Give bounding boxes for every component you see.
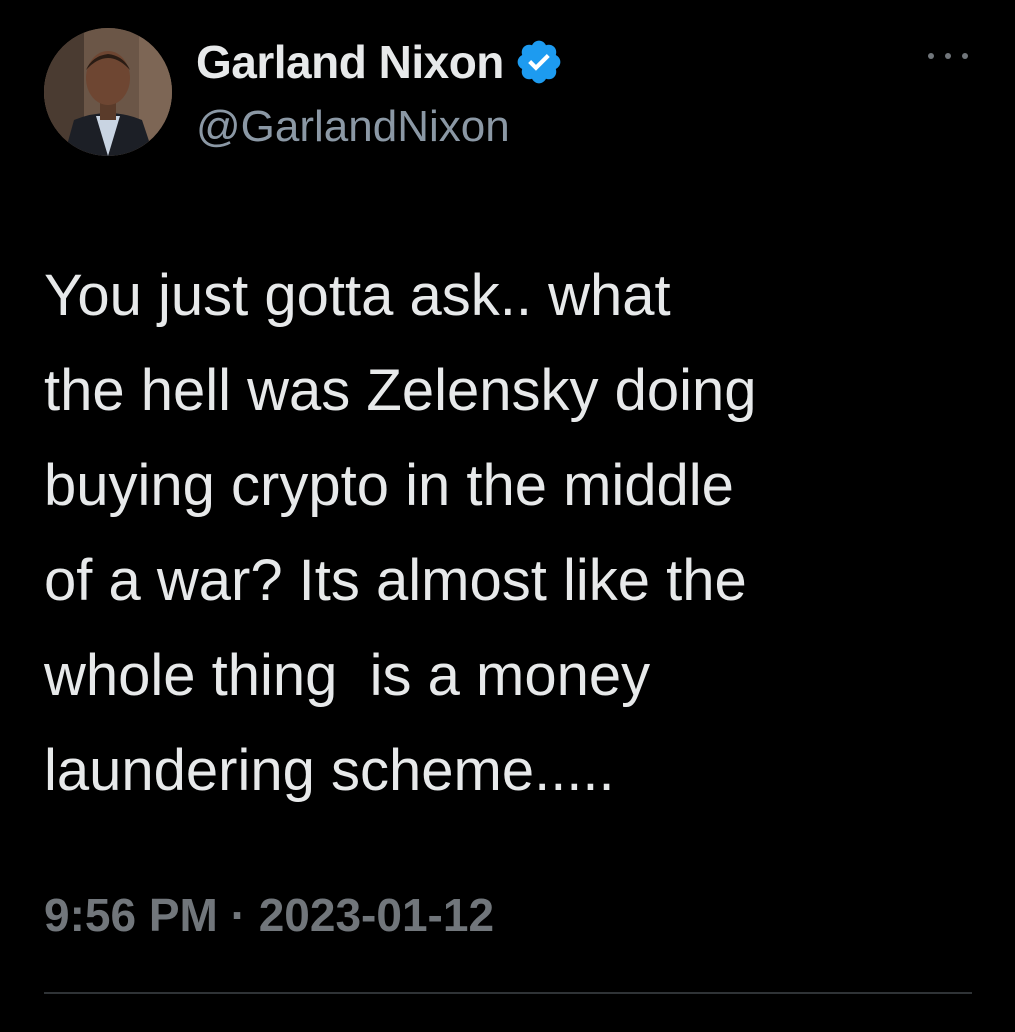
- tweet-card: Garland Nixon @GarlandNixon You just got…: [0, 0, 1015, 1032]
- verified-badge-icon: [517, 40, 561, 84]
- more-options-icon[interactable]: [928, 46, 968, 66]
- avatar-image: [44, 28, 172, 156]
- more-dot: [962, 53, 968, 59]
- author-handle[interactable]: @GarlandNixon: [196, 102, 510, 152]
- more-dot: [928, 53, 934, 59]
- divider: [44, 992, 972, 994]
- author-name-row: Garland Nixon: [196, 30, 564, 94]
- avatar[interactable]: [44, 28, 172, 156]
- tweet-text: You just gotta ask.. what the hell was Z…: [44, 263, 757, 803]
- tweet-timestamp[interactable]: 9:56 PM · 2023-01-12: [44, 888, 494, 942]
- display-name[interactable]: Garland Nixon: [196, 35, 504, 89]
- more-dot: [945, 53, 951, 59]
